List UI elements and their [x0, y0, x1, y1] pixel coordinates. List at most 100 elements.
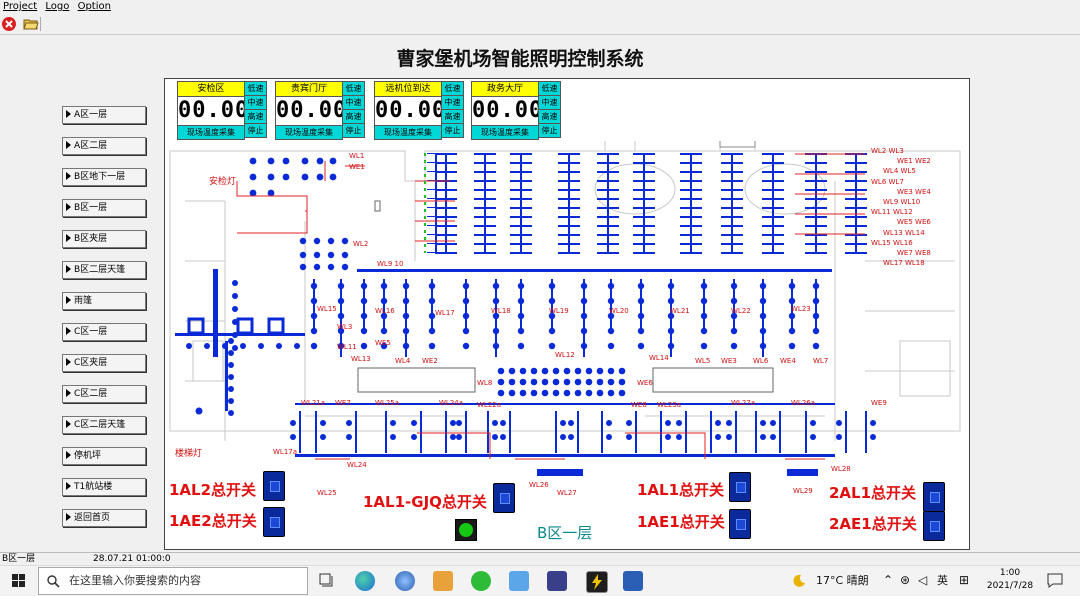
light-fixture[interactable] — [276, 343, 282, 349]
master-switch-button[interactable] — [729, 472, 751, 502]
light-fixture[interactable] — [568, 434, 574, 440]
light-fixture[interactable] — [759, 297, 767, 305]
light-fixture[interactable] — [548, 282, 556, 290]
light-fixture[interactable] — [563, 389, 571, 397]
light-fixture[interactable] — [341, 251, 349, 259]
windows-start-icon[interactable] — [12, 574, 26, 588]
light-fixture[interactable] — [676, 420, 682, 426]
light-fixture[interactable] — [195, 407, 203, 415]
light-fixture[interactable] — [618, 378, 626, 386]
light-fixture[interactable] — [788, 282, 796, 290]
light-fixture[interactable] — [232, 345, 238, 351]
nav-button[interactable]: B区一层 — [62, 199, 146, 217]
light-fixture[interactable] — [667, 327, 675, 335]
light-fixture[interactable] — [730, 327, 738, 335]
speed-button[interactable]: 低速 — [441, 81, 464, 96]
light-fixture[interactable] — [517, 282, 525, 290]
light-fixture[interactable] — [341, 263, 349, 271]
light-fixture[interactable] — [290, 434, 296, 440]
light-fixture[interactable] — [337, 297, 345, 305]
light-fixture[interactable] — [402, 327, 410, 335]
light-fixture[interactable] — [294, 343, 300, 349]
notification-icon[interactable] — [1047, 573, 1063, 588]
light-fixture[interactable] — [563, 367, 571, 375]
light-fixture[interactable] — [492, 420, 498, 426]
light-fixture[interactable] — [760, 420, 766, 426]
light-fixture[interactable] — [462, 282, 470, 290]
light-fixture[interactable] — [788, 342, 796, 350]
light-fixture[interactable] — [700, 297, 708, 305]
light-fixture[interactable] — [411, 420, 417, 426]
light-fixture[interactable] — [637, 312, 645, 320]
light-fixture[interactable] — [313, 251, 321, 259]
light-fixture[interactable] — [380, 297, 388, 305]
collect-temperature-button[interactable]: 现场温度采集 — [177, 125, 245, 140]
light-fixture[interactable] — [299, 237, 307, 245]
light-fixture[interactable] — [310, 282, 318, 290]
gjq-indicator[interactable] — [455, 519, 477, 541]
light-fixture[interactable] — [667, 282, 675, 290]
taskbar-search[interactable]: 在这里输入你要搜索的内容 — [38, 567, 308, 595]
light-fixture[interactable] — [517, 312, 525, 320]
master-switch-button[interactable] — [263, 471, 285, 501]
light-fixture[interactable] — [812, 297, 820, 305]
light-fixture[interactable] — [329, 157, 337, 165]
light-fixture[interactable] — [812, 327, 820, 335]
light-fixture[interactable] — [580, 327, 588, 335]
light-fixture[interactable] — [574, 389, 582, 397]
light-fixture[interactable] — [574, 367, 582, 375]
menu-option[interactable]: Option — [78, 1, 111, 12]
light-fixture[interactable] — [186, 343, 192, 349]
light-fixture[interactable] — [492, 327, 500, 335]
light-fixture[interactable] — [301, 173, 309, 181]
lightning-app-icon[interactable] — [586, 571, 608, 593]
light-fixture[interactable] — [580, 282, 588, 290]
light-fixture[interactable] — [637, 327, 645, 335]
light-fixture[interactable] — [232, 293, 238, 299]
weather-text[interactable]: 17°C 晴朗 — [816, 566, 869, 595]
nav-button[interactable]: A区二层 — [62, 137, 146, 155]
light-fixture[interactable] — [667, 297, 675, 305]
light-fixture[interactable] — [607, 282, 615, 290]
light-fixture[interactable] — [462, 297, 470, 305]
light-fixture[interactable] — [428, 342, 436, 350]
light-fixture[interactable] — [327, 237, 335, 245]
open-folder-icon[interactable] — [23, 16, 39, 32]
nav-button[interactable]: B区二层天篷 — [62, 261, 146, 279]
light-fixture[interactable] — [626, 434, 632, 440]
task-view-icon[interactable] — [318, 572, 334, 588]
light-fixture[interactable] — [730, 342, 738, 350]
master-switch-button[interactable] — [923, 511, 945, 541]
c40-app-icon[interactable] — [547, 571, 567, 591]
square-light-fixture[interactable] — [236, 317, 254, 335]
light-fixture[interactable] — [530, 389, 538, 397]
light-fixture[interactable] — [360, 312, 368, 320]
light-fixture[interactable] — [607, 389, 615, 397]
light-fixture[interactable] — [715, 434, 721, 440]
light-fixture[interactable] — [228, 386, 234, 392]
light-fixture[interactable] — [456, 420, 462, 426]
menu-logo[interactable]: Logo — [45, 1, 69, 12]
keyboard-layout-icon[interactable]: ⊞ — [959, 566, 969, 595]
nav-button[interactable]: C区夹层 — [62, 354, 146, 372]
light-fixture[interactable] — [313, 263, 321, 271]
light-fixture[interactable] — [299, 251, 307, 259]
light-fixture[interactable] — [320, 420, 326, 426]
light-fixture[interactable] — [390, 434, 396, 440]
light-fixture[interactable] — [222, 343, 228, 349]
network-icon[interactable]: ⊛ — [900, 566, 910, 595]
light-fixture[interactable] — [607, 327, 615, 335]
light-fixture[interactable] — [568, 420, 574, 426]
speaker-icon[interactable]: ◁ — [918, 566, 927, 595]
light-fixture[interactable] — [232, 280, 238, 286]
light-fixture[interactable] — [390, 420, 396, 426]
speed-button[interactable]: 停止 — [538, 123, 561, 138]
light-fixture[interactable] — [606, 420, 612, 426]
nav-button[interactable]: B区夹层 — [62, 230, 146, 248]
nav-button[interactable]: 雨篷 — [62, 292, 146, 310]
light-fixture[interactable] — [548, 297, 556, 305]
light-fixture[interactable] — [700, 312, 708, 320]
light-fixture[interactable] — [541, 389, 549, 397]
light-fixture[interactable] — [462, 312, 470, 320]
speed-button[interactable]: 高速 — [342, 109, 365, 124]
